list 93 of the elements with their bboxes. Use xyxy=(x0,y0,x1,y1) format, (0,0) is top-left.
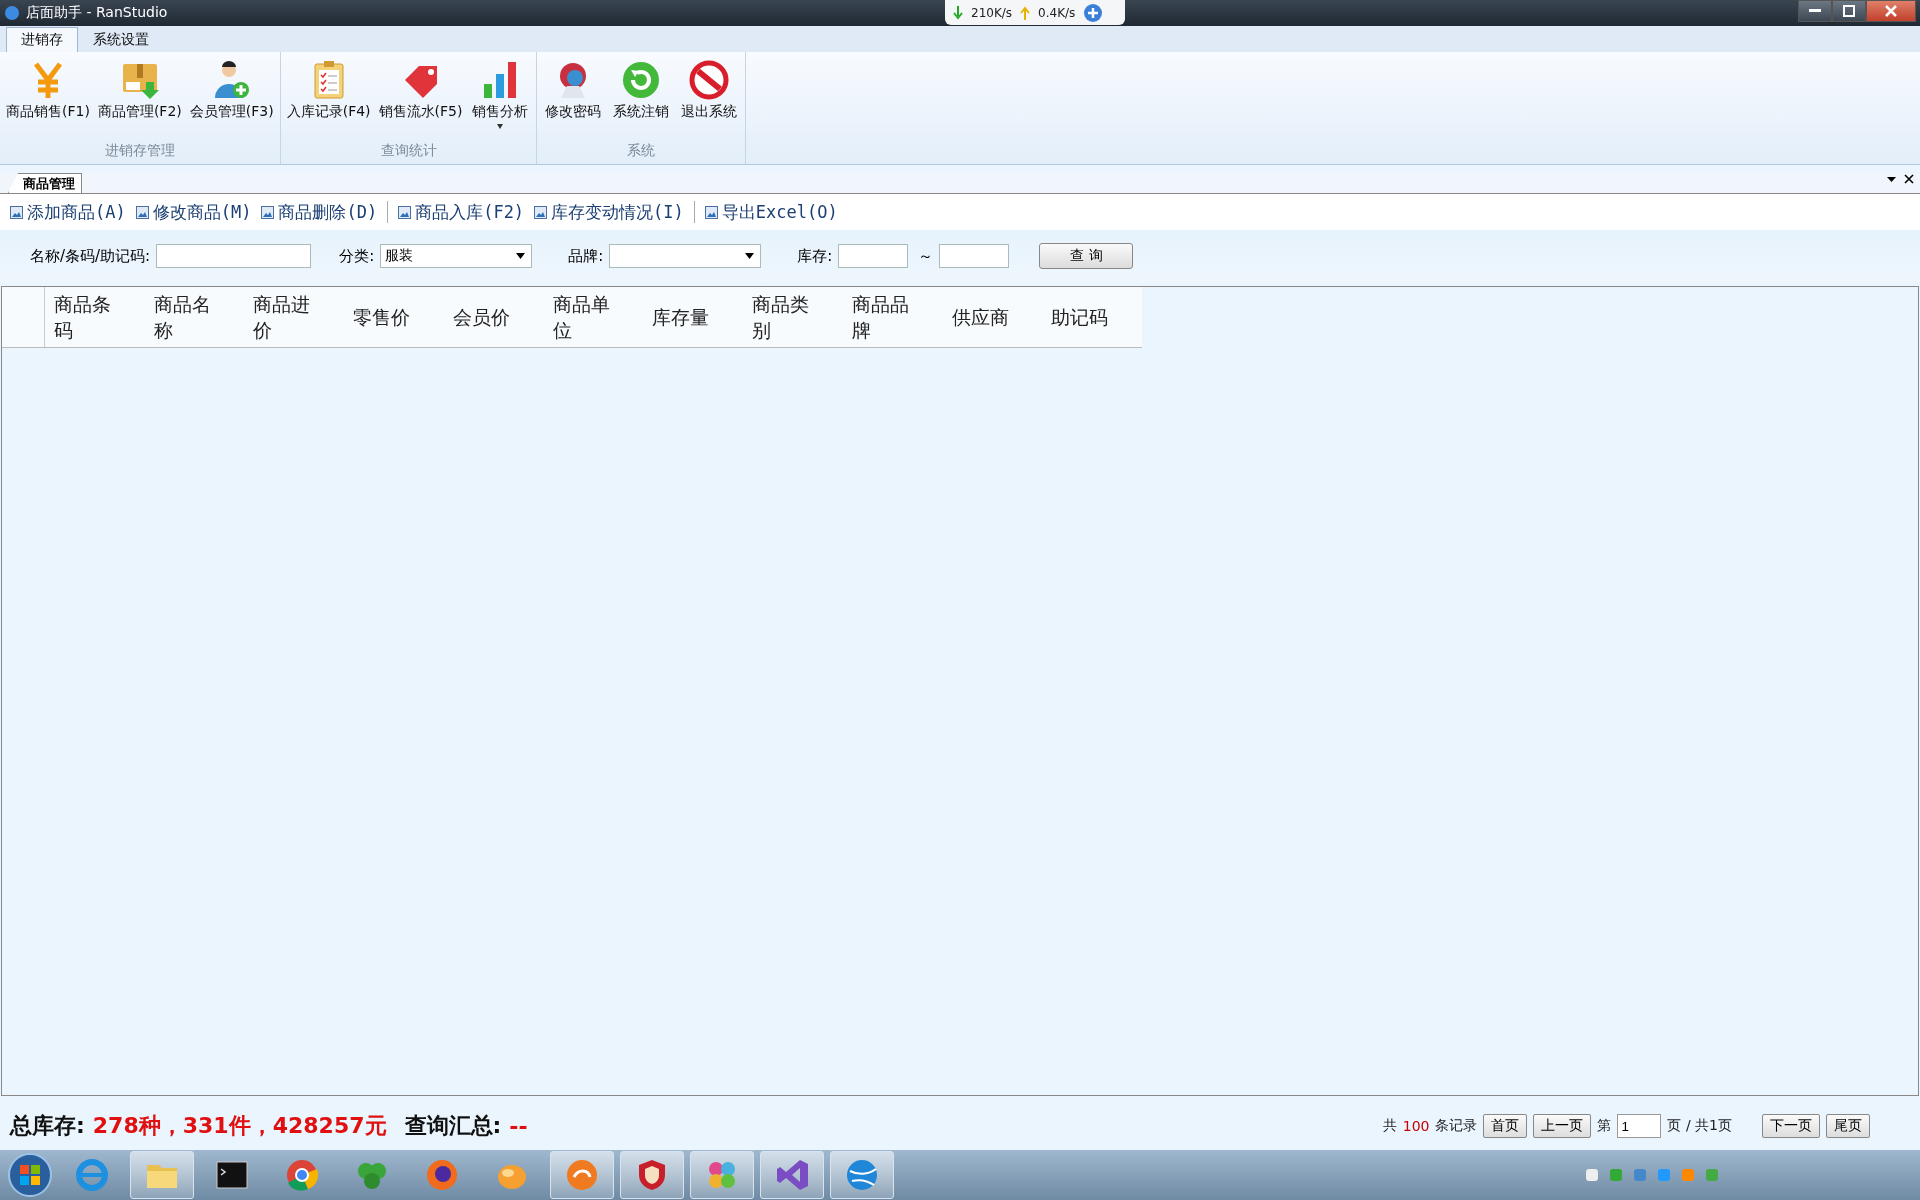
summary-label: 总库存: xyxy=(10,1112,85,1140)
prohibited-icon xyxy=(689,60,730,100)
image-icon xyxy=(135,205,149,219)
column-header[interactable]: 商品名称 xyxy=(144,287,245,347)
last-page-button[interactable]: 尾页 xyxy=(1826,1114,1870,1138)
browser-icon xyxy=(74,1157,110,1193)
column-header[interactable]: 助记码 xyxy=(1042,287,1143,347)
first-page-button[interactable]: 首页 xyxy=(1483,1114,1528,1138)
start-button[interactable] xyxy=(6,1151,54,1199)
download-arrow-icon xyxy=(953,5,963,20)
column-header[interactable]: 供应商 xyxy=(942,287,1043,347)
image-icon xyxy=(10,205,23,219)
pager-text: 共 xyxy=(1382,1117,1397,1135)
image-icon xyxy=(398,205,412,219)
column-header[interactable]: 商品类别 xyxy=(743,287,843,347)
page-input[interactable]: 1 xyxy=(1617,1114,1662,1138)
stock-min-input[interactable] xyxy=(838,244,909,268)
field-label: 分类: xyxy=(339,246,375,266)
summary-value: 278种，331件，428257元 xyxy=(92,1112,387,1140)
column-header[interactable]: 会员价 xyxy=(443,287,544,347)
close-button[interactable] xyxy=(1866,0,1916,22)
caret-icon xyxy=(516,253,526,259)
ribbon-button[interactable]: 商品管理(F2) xyxy=(95,58,184,123)
document-tab[interactable]: 商品管理 xyxy=(8,173,82,193)
image-icon xyxy=(704,205,718,219)
toolbar-button[interactable]: 修改商品(M) xyxy=(135,200,252,224)
category-dropdown[interactable]: 服装 xyxy=(380,244,533,268)
globe-icon xyxy=(844,1157,880,1193)
toolbar-button[interactable]: 导出Excel(O) xyxy=(704,200,838,224)
group-title: 进销存管理 xyxy=(103,142,176,160)
restore-icon xyxy=(1843,5,1855,17)
close-icon[interactable] xyxy=(1904,174,1914,184)
menu-tab[interactable]: 进销存 xyxy=(6,27,78,52)
column-header[interactable]: 商品进价 xyxy=(244,287,345,347)
taskbar-button[interactable] xyxy=(620,1151,684,1199)
upload-speed: 0.4K/s xyxy=(1038,5,1076,20)
ribbon-button[interactable]: 退出系统 xyxy=(677,58,742,123)
visual-studio-icon xyxy=(774,1157,810,1193)
ribbon-button[interactable]: 系统注销 xyxy=(609,58,674,123)
pager-text: 条记录 xyxy=(1435,1117,1478,1135)
toolbar-button[interactable]: 商品删除(D) xyxy=(261,200,378,224)
image-icon xyxy=(261,205,275,219)
caret-icon xyxy=(745,253,755,259)
ribbon-button[interactable]: 会员管理(F3) xyxy=(187,58,276,123)
close-icon xyxy=(1885,5,1897,17)
menu-tab[interactable]: 系统设置 xyxy=(78,27,164,52)
minimize-button[interactable] xyxy=(1798,0,1832,22)
next-page-button[interactable]: 下一页 xyxy=(1762,1114,1820,1138)
network-icon[interactable] xyxy=(1632,1167,1648,1183)
ribbon-button[interactable]: 销售流水(F5) xyxy=(376,58,465,131)
ribbon-button[interactable]: 销售分析 xyxy=(468,58,533,131)
taskbar-button[interactable] xyxy=(760,1151,824,1199)
field-label: 名称/条码/助记码: xyxy=(30,246,151,266)
name-input[interactable] xyxy=(156,244,312,268)
summary-label: 查询汇总: xyxy=(404,1112,502,1140)
previous-page-button[interactable]: 上一页 xyxy=(1533,1114,1592,1138)
group-title: 系统 xyxy=(626,142,657,160)
column-header[interactable]: 库存量 xyxy=(643,287,744,347)
download-speed: 210K/s xyxy=(971,5,1013,20)
window-title: 店面助手 - RanStudio xyxy=(26,4,168,22)
group-title: 查询统计 xyxy=(379,142,438,160)
record-count: 100 xyxy=(1402,1118,1430,1134)
pager-text: 第 xyxy=(1597,1117,1612,1135)
ribbon-button[interactable]: 修改密码 xyxy=(541,58,606,123)
dropdown-icon[interactable] xyxy=(1887,174,1896,183)
stock-max-input[interactable] xyxy=(939,244,1010,268)
browser-icon xyxy=(424,1157,460,1193)
plus-icon[interactable] xyxy=(1083,2,1104,23)
ribbon-button[interactable]: 商品销售(F1) xyxy=(4,58,92,123)
column-header[interactable]: 零售价 xyxy=(344,287,444,347)
summary-value: -- xyxy=(509,1113,528,1139)
ribbon-button[interactable]: 入库记录(F4) xyxy=(284,58,373,131)
image-icon xyxy=(534,205,548,219)
field-label: 库存: xyxy=(797,246,833,266)
column-header[interactable]: 商品单位 xyxy=(543,287,644,347)
column-header[interactable]: 商品条码 xyxy=(44,287,145,347)
toolbar-button[interactable]: 添加商品(A) xyxy=(10,200,126,224)
app-icon xyxy=(4,5,20,21)
minimize-icon xyxy=(1809,9,1821,13)
field-label: 品牌: xyxy=(568,246,604,266)
toolbar-button[interactable]: 商品入库(F2) xyxy=(398,200,525,224)
app-icon xyxy=(564,1157,600,1193)
maximize-button[interactable] xyxy=(1832,0,1866,22)
upload-arrow-icon xyxy=(1020,5,1031,20)
range-separator: ～ xyxy=(918,246,934,266)
toolbar-button[interactable]: 库存变动情况(I) xyxy=(534,200,684,224)
query-button[interactable]: 查 询 xyxy=(1039,243,1134,269)
pager-text: 页 / 共1页 xyxy=(1667,1117,1732,1135)
column-header[interactable]: 商品品牌 xyxy=(842,287,943,347)
browser-icon xyxy=(284,1157,320,1193)
brand-dropdown[interactable] xyxy=(609,244,762,268)
keyboard-icon[interactable] xyxy=(1584,1167,1600,1183)
refresh-icon xyxy=(621,60,662,100)
